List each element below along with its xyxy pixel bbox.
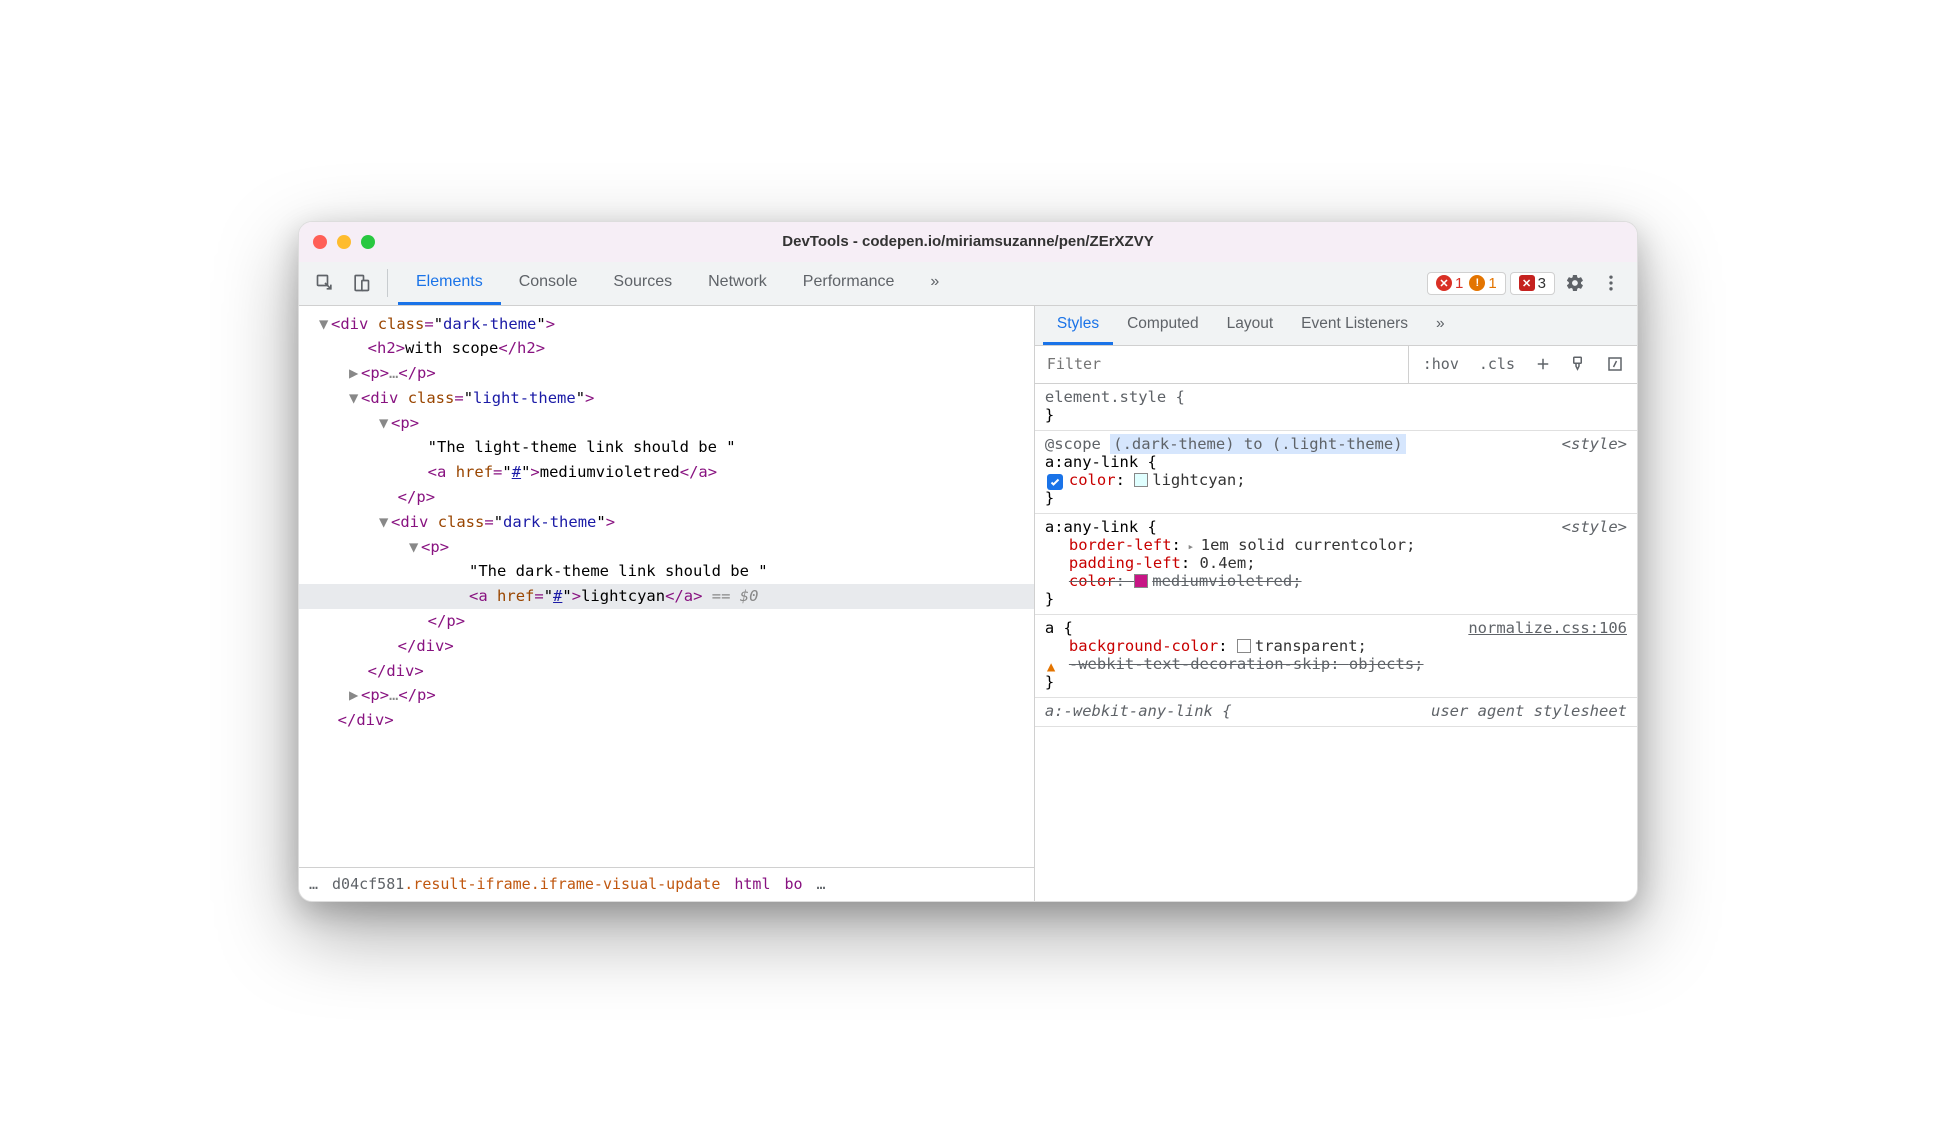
dom-node[interactable]: ▼<p> bbox=[299, 535, 1034, 560]
style-property[interactable]: border-left: ▸ 1em solid currentcolor; bbox=[1045, 536, 1627, 554]
maximize-window-icon[interactable] bbox=[361, 235, 375, 249]
dom-node[interactable]: ▶<p>…</p> bbox=[299, 683, 1034, 708]
elements-pane: ▼<div class="dark-theme"> <h2>with scope… bbox=[299, 306, 1035, 901]
style-rule-ua[interactable]: user agent stylesheet a:-webkit-any-link… bbox=[1035, 698, 1637, 727]
warning-icon: ▲ bbox=[1047, 659, 1055, 675]
devtools-window: DevTools - codepen.io/miriamsuzanne/pen/… bbox=[298, 221, 1638, 902]
dom-text-node[interactable]: "The dark-theme link should be " bbox=[299, 559, 1034, 584]
expand-arrow-icon[interactable]: ▼ bbox=[319, 312, 331, 337]
expand-arrow-icon[interactable]: ▼ bbox=[379, 510, 391, 535]
dom-node[interactable]: ▶<p>…</p> bbox=[299, 361, 1034, 386]
sidebar-tabs: Styles Computed Layout Event Listeners » bbox=[1035, 306, 1637, 346]
dom-tree[interactable]: ▼<div class="dark-theme"> <h2>with scope… bbox=[299, 306, 1034, 867]
subtab-styles[interactable]: Styles bbox=[1043, 306, 1113, 345]
style-property-overridden[interactable]: color: mediumvioletred; bbox=[1045, 572, 1627, 590]
subtab-computed[interactable]: Computed bbox=[1113, 306, 1213, 345]
dom-node[interactable]: ▼<div class="dark-theme"> bbox=[299, 510, 1034, 535]
breadcrumb-more[interactable]: … bbox=[817, 875, 826, 893]
expand-arrow-icon[interactable]: ▼ bbox=[379, 411, 391, 436]
style-source: user agent stylesheet bbox=[1431, 702, 1627, 720]
style-source-link[interactable]: normalize.css:106 bbox=[1468, 619, 1627, 637]
expand-arrow-icon[interactable]: ▶ bbox=[349, 683, 361, 708]
tab-network[interactable]: Network bbox=[690, 262, 785, 305]
tab-console[interactable]: Console bbox=[501, 262, 596, 305]
device-toggle-icon[interactable] bbox=[345, 267, 377, 299]
warning-icon: ! bbox=[1469, 275, 1485, 291]
main-toolbar: Elements Console Sources Network Perform… bbox=[299, 262, 1637, 306]
style-source[interactable]: <style> bbox=[1562, 518, 1627, 536]
dom-node[interactable]: <h2>with scope</h2> bbox=[299, 336, 1034, 361]
new-style-rule-icon[interactable] bbox=[1529, 350, 1557, 378]
style-rule[interactable]: element.style { } bbox=[1035, 384, 1637, 431]
styles-filter-row: :hov .cls bbox=[1035, 346, 1637, 384]
dom-node[interactable]: <a href="#">mediumvioletred</a> bbox=[299, 460, 1034, 485]
dom-node[interactable]: ▼<p> bbox=[299, 411, 1034, 436]
dom-node[interactable]: ▼<div class="dark-theme"> bbox=[299, 312, 1034, 337]
breadcrumb-more[interactable]: … bbox=[309, 875, 318, 893]
issues-badge[interactable]: ✕3 bbox=[1510, 272, 1555, 295]
error-count: ✕1 bbox=[1436, 275, 1463, 292]
subtab-more[interactable]: » bbox=[1422, 306, 1459, 345]
tab-elements[interactable]: Elements bbox=[398, 262, 501, 305]
styles-filter-input[interactable] bbox=[1035, 346, 1409, 383]
dom-text-node[interactable]: "The light-theme link should be " bbox=[299, 435, 1034, 460]
dom-node[interactable]: ▼<div class="light-theme"> bbox=[299, 386, 1034, 411]
expand-shorthand-icon[interactable]: ▸ bbox=[1181, 540, 1201, 553]
expand-arrow-icon[interactable]: ▶ bbox=[349, 361, 361, 386]
breadcrumb-bar: … d04cf581.result-iframe.iframe-visual-u… bbox=[299, 867, 1034, 901]
dom-node-close[interactable]: </p> bbox=[299, 485, 1034, 510]
traffic-lights bbox=[313, 235, 375, 249]
style-rule[interactable]: normalize.css:106 a { background-color: … bbox=[1035, 615, 1637, 698]
issues-count: ✕3 bbox=[1519, 275, 1546, 292]
paint-brush-icon[interactable] bbox=[1565, 350, 1593, 378]
dom-node-selected[interactable]: <a href="#">lightcyan</a> == $0 bbox=[299, 584, 1034, 609]
style-property[interactable]: background-color: transparent; bbox=[1045, 637, 1627, 655]
toggle-class-button[interactable]: .cls bbox=[1473, 351, 1521, 377]
scope-highlight: (.dark-theme) to (.light-theme) bbox=[1110, 434, 1405, 454]
style-property[interactable]: padding-left: 0.4em; bbox=[1045, 554, 1627, 572]
settings-icon[interactable] bbox=[1559, 267, 1591, 299]
inspect-element-icon[interactable] bbox=[309, 267, 341, 299]
style-rule-scope[interactable]: <style> @scope (.dark-theme) to (.light-… bbox=[1035, 431, 1637, 514]
breadcrumb-item[interactable]: bo bbox=[784, 875, 802, 893]
minimize-window-icon[interactable] bbox=[337, 235, 351, 249]
style-property-invalid[interactable]: ▲-webkit-text-decoration-skip: objects; bbox=[1045, 655, 1627, 673]
toolbar-separator bbox=[387, 269, 388, 297]
expand-arrow-icon[interactable]: ▼ bbox=[349, 386, 361, 411]
titlebar: DevTools - codepen.io/miriamsuzanne/pen/… bbox=[299, 222, 1637, 262]
body-split: ▼<div class="dark-theme"> <h2>with scope… bbox=[299, 306, 1637, 901]
warning-count: !1 bbox=[1469, 275, 1496, 292]
styles-sidebar: Styles Computed Layout Event Listeners »… bbox=[1035, 306, 1637, 901]
breadcrumb-item[interactable]: html bbox=[734, 875, 770, 893]
breadcrumb-item[interactable]: d04cf581.result-iframe.iframe-visual-upd… bbox=[332, 875, 720, 893]
error-icon: ✕ bbox=[1436, 275, 1452, 291]
close-window-icon[interactable] bbox=[313, 235, 327, 249]
property-checkbox-checked-icon[interactable] bbox=[1047, 474, 1063, 490]
kebab-menu-icon[interactable] bbox=[1595, 267, 1627, 299]
dom-node-close[interactable]: </div> bbox=[299, 634, 1034, 659]
subtab-eventlisteners[interactable]: Event Listeners bbox=[1287, 306, 1422, 345]
dom-node-close[interactable]: </p> bbox=[299, 609, 1034, 634]
tab-sources[interactable]: Sources bbox=[595, 262, 690, 305]
styles-rules: element.style { } <style> @scope (.dark-… bbox=[1035, 384, 1637, 901]
dom-node-close[interactable]: </div> bbox=[299, 659, 1034, 684]
dom-node-close[interactable]: </div> bbox=[299, 708, 1034, 733]
style-source[interactable]: <style> bbox=[1562, 435, 1627, 453]
issues-icon: ✕ bbox=[1519, 275, 1535, 291]
toggle-hover-button[interactable]: :hov bbox=[1417, 351, 1465, 377]
expand-arrow-icon[interactable]: ▼ bbox=[409, 535, 421, 560]
window-title: DevTools - codepen.io/miriamsuzanne/pen/… bbox=[299, 233, 1637, 250]
style-property[interactable]: color: lightcyan; bbox=[1045, 471, 1627, 489]
tab-more[interactable]: » bbox=[912, 262, 957, 305]
main-tabs: Elements Console Sources Network Perform… bbox=[398, 262, 957, 305]
computed-toggle-icon[interactable] bbox=[1601, 350, 1629, 378]
style-rule[interactable]: <style> a:any-link { border-left: ▸ 1em … bbox=[1035, 514, 1637, 615]
tab-performance[interactable]: Performance bbox=[785, 262, 913, 305]
error-warning-badges[interactable]: ✕1 !1 bbox=[1427, 272, 1506, 295]
subtab-layout[interactable]: Layout bbox=[1213, 306, 1288, 345]
